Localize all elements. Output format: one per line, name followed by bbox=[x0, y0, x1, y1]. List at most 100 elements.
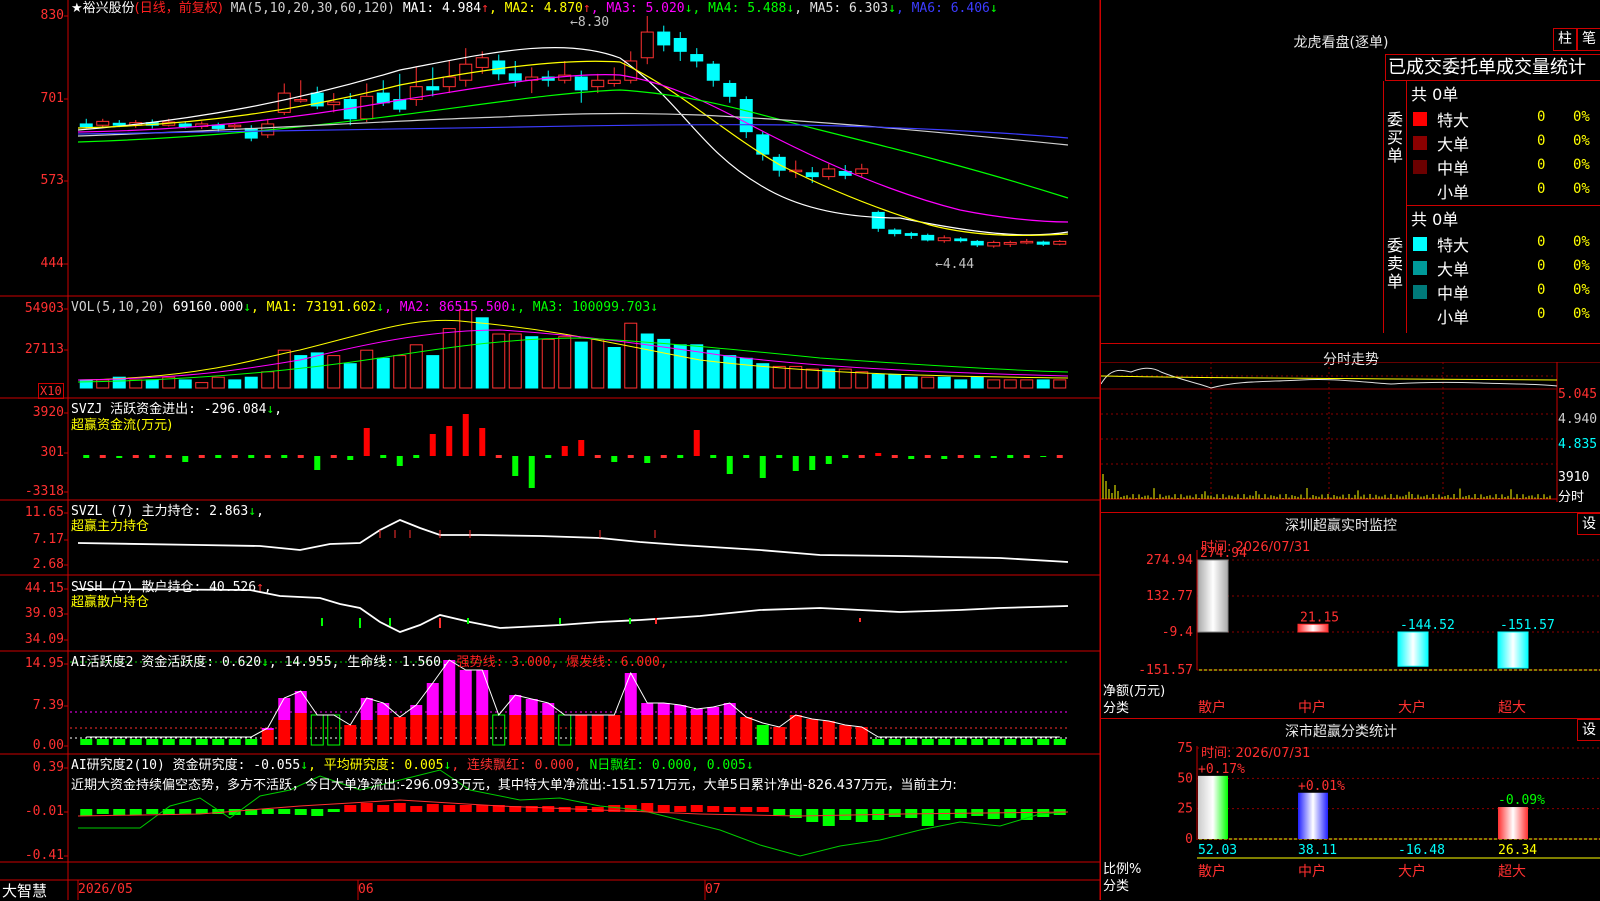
fund-flow-bar bbox=[693, 430, 700, 456]
classify-value-label: 26.34 bbox=[1498, 843, 1537, 858]
monitor-bar bbox=[1497, 631, 1529, 669]
activity-bar bbox=[426, 715, 439, 745]
price-mode[interactable]: (日线，前复权) bbox=[135, 1, 223, 16]
color-swatch bbox=[1413, 285, 1427, 299]
monitor-y-tick: -9.4 bbox=[1162, 625, 1193, 640]
volume-bar bbox=[195, 382, 209, 389]
candle bbox=[178, 123, 192, 128]
buy-row-pct: 0% bbox=[1573, 133, 1590, 149]
fund-flow-bar bbox=[149, 455, 156, 458]
candle bbox=[508, 73, 522, 81]
activity-bar bbox=[80, 739, 93, 745]
candle bbox=[970, 240, 984, 246]
vol-y-tick: 27113 bbox=[24, 342, 64, 357]
svzl-y-tick: 2.68 bbox=[32, 557, 64, 572]
sell-row-pct: 0% bbox=[1573, 306, 1590, 322]
activity-bar bbox=[310, 714, 324, 746]
classify-settings-button[interactable]: 设 bbox=[1577, 719, 1600, 741]
volume-bar bbox=[888, 374, 902, 389]
research-bar bbox=[723, 807, 736, 812]
tab-tick-view[interactable]: 笔 bbox=[1577, 28, 1600, 51]
candle bbox=[822, 168, 836, 178]
ma-line bbox=[77, 60, 1069, 237]
monitor-title: 深圳超赢实时监控 bbox=[1285, 518, 1397, 534]
activity-bar bbox=[987, 739, 1000, 745]
candle bbox=[228, 124, 242, 128]
vol-seg: ↓ bbox=[376, 300, 385, 315]
fund-flow-bar bbox=[231, 455, 238, 458]
activity-bar bbox=[575, 715, 588, 745]
research-bar bbox=[690, 805, 703, 812]
ma-seg: ↓ bbox=[888, 1, 896, 16]
buy-row: 中单 0 0% bbox=[1407, 155, 1600, 179]
sell-row-name: 中单 bbox=[1437, 284, 1470, 303]
ai2-seg: N日飘红: 0.000, 0.005 bbox=[581, 758, 746, 773]
activity-bar bbox=[443, 715, 456, 745]
volume-bar bbox=[871, 374, 885, 389]
volume-bar bbox=[426, 355, 440, 389]
monitor-bar-label: 21.15 bbox=[1300, 610, 1339, 625]
ai2-y-tick: 0.39 bbox=[32, 760, 64, 775]
buy-row-pct: 0% bbox=[1573, 109, 1590, 125]
research-bar bbox=[558, 807, 571, 812]
classify-title: 深市超赢分类统计 bbox=[1285, 724, 1397, 740]
fund-flow-bar bbox=[825, 456, 832, 464]
main-header: ★裕兴股份(日线，前复权) MA(5,10,20,30,60,120) MA1:… bbox=[71, 1, 998, 17]
intraday-volume: 3910 bbox=[1558, 470, 1590, 485]
activity-bar-top bbox=[641, 703, 654, 715]
fund-flow-bar bbox=[891, 455, 898, 458]
color-swatch bbox=[1413, 309, 1427, 323]
main-y-tick: 830 bbox=[40, 8, 64, 23]
tab-bar-view[interactable]: 柱 bbox=[1553, 28, 1577, 51]
volume-bar bbox=[343, 363, 357, 389]
activity-bar-top bbox=[377, 703, 390, 715]
volume-bar bbox=[1020, 379, 1034, 389]
fund-flow-bar bbox=[842, 455, 849, 458]
classify-chart: 75 50 25 0 +0.17% 52.03 散户 +0.01% 38.11 中户 -16.48 大… bbox=[1177, 741, 1600, 880]
fund-flow-bar bbox=[792, 456, 799, 471]
intraday-price-low: 4.835 bbox=[1558, 437, 1598, 452]
activity-bar bbox=[360, 720, 373, 745]
research-bar bbox=[740, 807, 753, 812]
activity-bar bbox=[476, 715, 489, 745]
activity-bar bbox=[96, 739, 109, 745]
monitor-settings-button[interactable]: 设 bbox=[1577, 513, 1600, 535]
color-swatch bbox=[1413, 112, 1427, 126]
volume-bar bbox=[1036, 379, 1050, 389]
ai1-seg: AI活跃度2 资金活跃度: 0.620 bbox=[71, 655, 262, 670]
ma-seg: , MA4: 5.488 bbox=[692, 1, 787, 16]
candle bbox=[772, 156, 786, 171]
research-bar bbox=[459, 805, 472, 812]
stock-name: ★裕兴股份 bbox=[71, 1, 135, 16]
fund-flow-bar bbox=[594, 455, 601, 458]
brand-logo[interactable]: 大智慧 bbox=[2, 880, 47, 901]
volume-bar bbox=[624, 322, 638, 389]
research-bar bbox=[657, 805, 670, 812]
ma-seg: MA1: 4.984 bbox=[395, 1, 482, 16]
buy-row-value: 0 bbox=[1537, 109, 1546, 125]
sell-row: 特大 0 0% bbox=[1407, 232, 1600, 256]
research-bar bbox=[839, 809, 852, 820]
buy-row-pct: 0% bbox=[1573, 181, 1590, 197]
research-bar bbox=[822, 809, 835, 826]
vol-seg: VOL(5,10,20) bbox=[71, 300, 165, 315]
intraday-chart[interactable] bbox=[1101, 362, 1600, 512]
buy-block: 共 0单 特大 0 0% 大单 0 0% 中单 0 0% 小单 0 0% bbox=[1406, 81, 1600, 206]
color-swatch bbox=[1413, 160, 1427, 174]
research-bar bbox=[443, 805, 456, 812]
candle bbox=[1036, 241, 1050, 245]
fund-flow-bar bbox=[545, 455, 552, 458]
candle bbox=[657, 31, 671, 46]
volume-bar bbox=[822, 368, 836, 389]
buy-row: 大单 0 0% bbox=[1407, 131, 1600, 155]
monitor-bar-label: -151.57 bbox=[1500, 618, 1555, 633]
fund-flow-bar bbox=[83, 455, 90, 458]
buy-row-value: 0 bbox=[1537, 133, 1546, 149]
activity-bar bbox=[690, 715, 703, 745]
high-price-label: ←8.30 bbox=[570, 15, 609, 30]
candle bbox=[723, 82, 737, 97]
volume-bar bbox=[673, 344, 687, 389]
dragon-subtitle: 已成交委托单成交量统计 bbox=[1385, 54, 1600, 81]
classify-category: 散户 bbox=[1198, 863, 1226, 880]
ai1-seg: 强势线: 3.000, 爆发线: 6.000, bbox=[448, 655, 668, 670]
